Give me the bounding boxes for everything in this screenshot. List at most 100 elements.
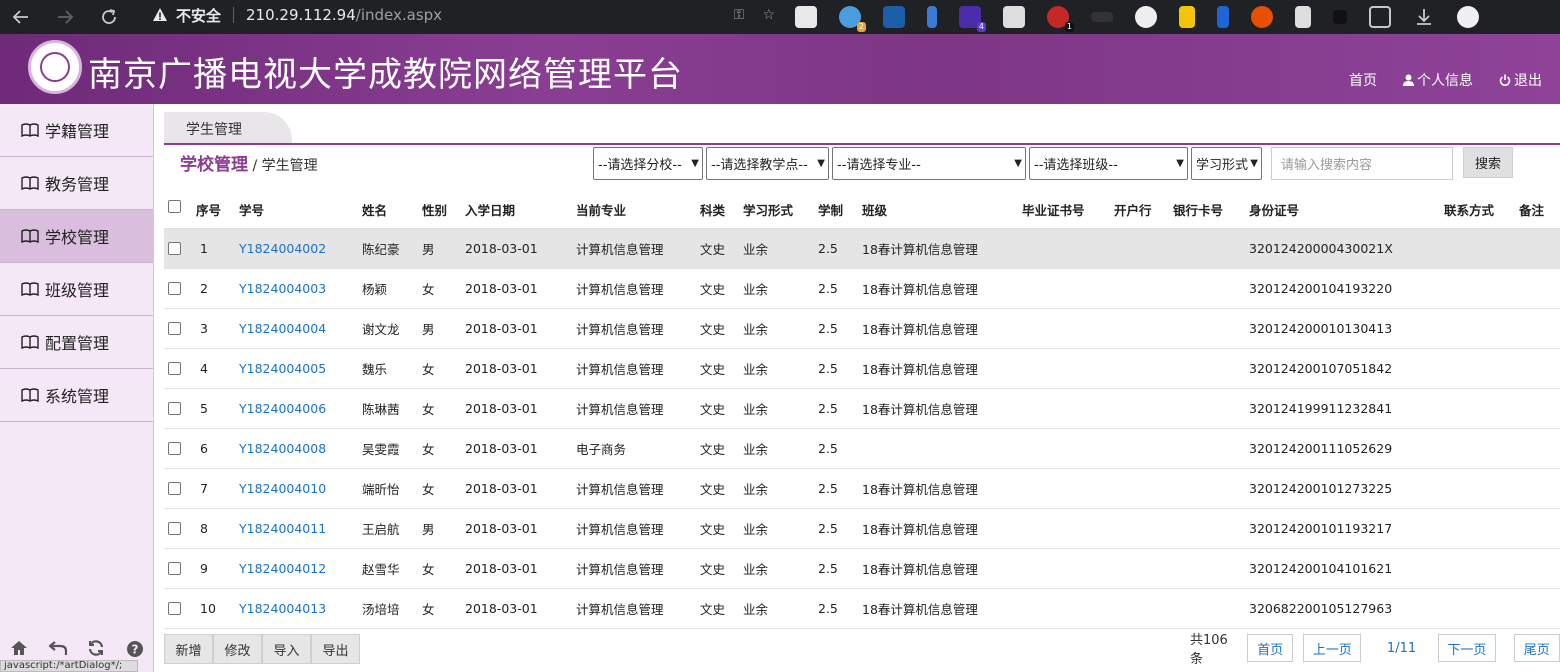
forward-button[interactable] [50,2,80,32]
sidebar-item-academic-affairs[interactable]: 教务管理 [0,157,153,210]
home-icon[interactable] [10,640,28,656]
sidebar-item-system-management[interactable]: 系统管理 [0,369,153,422]
student-id-link[interactable]: Y1824004004 [239,321,326,336]
class-select[interactable]: --请选择班级-- ▼ [1029,147,1188,180]
table-row[interactable]: 1 Y1824004002 陈纪豪 男 2018-03-01 计算机信息管理 文史 业余 2.5… [164,229,1560,269]
row-checkbox[interactable] [168,322,181,335]
extension-icon[interactable] [1091,12,1113,22]
table-row[interactable]: 5 Y1824004006 陈琳茜 女 2018-03-01 计算机信息管理 文史 业余 2.5… [164,389,1560,429]
extension-icon[interactable] [795,6,817,28]
class-name: 18春计算机信息管理 [862,602,978,617]
row-number: 5 [200,401,208,416]
search-button[interactable]: 搜索 [1463,147,1513,178]
edit-button[interactable]: 修改 [213,634,262,664]
home-link[interactable]: 首页 [1349,70,1377,90]
branch-select[interactable]: --请选择分校-- ▼ [593,147,703,180]
extension-icon[interactable] [1135,6,1157,28]
category: 文史 [700,362,726,377]
refresh-icon[interactable] [87,640,105,656]
row-checkbox[interactable] [168,242,181,255]
id-card-number: 320124200104101621 [1249,561,1393,576]
add-button[interactable]: 新增 [164,634,213,664]
extension-icon[interactable]: 2 [839,6,866,32]
download-icon[interactable] [1413,6,1435,28]
extension-icon[interactable]: 1 [1047,6,1074,32]
select-all-checkbox[interactable] [168,200,181,213]
row-checkbox[interactable] [168,522,181,535]
bookmark-star-icon[interactable]: ☆ [762,7,775,23]
extension-icon[interactable] [1217,6,1229,28]
prev-page-button[interactable]: 上一页 [1303,634,1361,662]
teaching-point-select[interactable]: --请选择教学点-- ▼ [706,147,829,180]
sidebar-item-school-management[interactable]: 学校管理 [0,210,153,263]
search-input[interactable]: 请输入搜索内容 [1271,147,1453,180]
extension-icon[interactable] [1333,10,1347,24]
student-id-link[interactable]: Y1824004010 [239,481,326,496]
table-row[interactable]: 9 Y1824004012 赵雪华 女 2018-03-01 计算机信息管理 文史 业余 2.5… [164,549,1560,589]
sidebar-item-class-management[interactable]: 班级管理 [0,263,153,316]
sidebar-item-config-management[interactable]: 配置管理 [0,316,153,369]
sidebar-item-student-records[interactable]: 学籍管理 [0,104,153,157]
extension-badge: 4 [976,22,986,32]
chevron-down-icon: ▼ [817,158,825,169]
first-page-button[interactable]: 首页 [1247,634,1294,662]
table-row[interactable]: 8 Y1824004011 王启航 男 2018-03-01 计算机信息管理 文史 业余 2.5… [164,509,1560,549]
next-page-button[interactable]: 下一页 [1438,634,1496,662]
row-checkbox[interactable] [168,402,181,415]
logout-link[interactable]: 退出 [1499,70,1542,90]
column-header: 学号 [239,202,265,218]
student-id-link[interactable]: Y1824004005 [239,361,326,376]
book-icon [21,229,39,243]
row-checkbox[interactable] [168,562,181,575]
tab-student-management[interactable]: 学生管理 [164,112,292,143]
extension-icon[interactable] [1179,6,1195,28]
help-icon[interactable]: ? [126,640,144,658]
student-id-link[interactable]: Y1824004012 [239,561,326,576]
row-number: 7 [200,481,208,496]
table-row[interactable]: 2 Y1824004003 杨颖 女 2018-03-01 计算机信息管理 文史 业余 2.5 1… [164,269,1560,309]
id-card-number: 320124200104193220 [1249,281,1393,296]
extension-icon[interactable] [1295,6,1311,28]
import-button[interactable]: 导入 [262,634,311,664]
table-row[interactable]: 10 Y1824004013 汤培培 女 2018-03-01 计算机信息管理 文史 业余 2.… [164,589,1560,629]
extension-icon[interactable] [927,6,937,28]
undo-icon[interactable] [48,640,67,656]
row-number: 2 [200,281,208,296]
study-form-select[interactable]: 学习形式 ▼ [1191,147,1262,180]
key-icon[interactable]: ⚿ [734,7,745,23]
extension-icon[interactable] [1003,6,1025,28]
student-id-link[interactable]: Y1824004008 [239,441,326,456]
enroll-date: 2018-03-01 [465,321,538,336]
extension-icon[interactable] [1251,6,1273,28]
table-row[interactable]: 3 Y1824004004 谢文龙 男 2018-03-01 计算机信息管理 文史 业余 2.5… [164,309,1560,349]
last-page-button[interactable]: 尾页 [1513,634,1560,662]
back-button[interactable] [6,2,36,32]
student-id-link[interactable]: Y1824004013 [239,601,326,616]
table-row[interactable]: 4 Y1824004005 魏乐 女 2018-03-01 计算机信息管理 文史 业余 2.5 1… [164,349,1560,389]
export-button[interactable]: 导出 [311,634,360,664]
profile-avatar[interactable] [1457,6,1479,28]
student-id-link[interactable]: Y1824004006 [239,401,326,416]
reload-button[interactable] [94,2,124,32]
major-select[interactable]: --请选择专业-- ▼ [832,147,1026,180]
breadcrumb-section[interactable]: 学校管理 [180,155,248,175]
student-id-link[interactable]: Y1824004002 [239,241,326,256]
enroll-date: 2018-03-01 [465,521,538,536]
extension-icon[interactable]: 4 [959,6,986,32]
puzzle-icon[interactable] [1369,6,1391,28]
class-name: 18春计算机信息管理 [862,282,978,297]
row-checkbox[interactable] [168,362,181,375]
student-id-link[interactable]: Y1824004003 [239,281,326,296]
extension-icon[interactable] [883,6,905,28]
profile-link[interactable]: 个人信息 [1403,70,1473,90]
table-row[interactable]: 6 Y1824004008 吴雯霞 女 2018-03-01 电子商务 文史 业余 2.5 320… [164,429,1560,469]
study-form: 业余 [743,482,769,497]
study-form: 业余 [743,242,769,257]
student-id-link[interactable]: Y1824004011 [239,521,326,536]
row-checkbox[interactable] [168,482,181,495]
row-checkbox[interactable] [168,442,181,455]
row-checkbox[interactable] [168,282,181,295]
address-bar[interactable]: 不安全 210.29.112.94/index.aspx ⚿ ☆ [140,2,785,28]
table-row[interactable]: 7 Y1824004010 端昕怡 女 2018-03-01 计算机信息管理 文史 业余 2.5… [164,469,1560,509]
row-checkbox[interactable] [168,602,181,615]
